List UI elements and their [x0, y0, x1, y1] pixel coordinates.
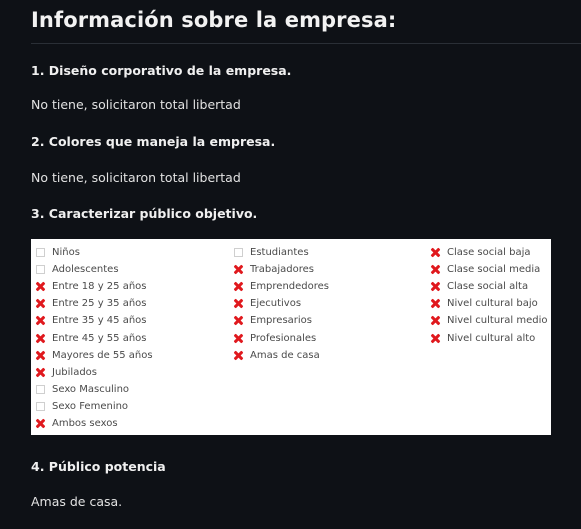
checklist-item-label: Mayores de 55 años [52, 349, 153, 361]
checklist-item-label: Jubilados [52, 366, 97, 378]
checklist-item: Ejecutivos [234, 295, 329, 312]
checklist-item: Entre 18 y 25 años [36, 278, 153, 295]
checked-x-icon [431, 282, 440, 291]
checked-x-icon [36, 282, 45, 291]
checklist-item-label: Sexo Masculino [52, 383, 130, 395]
checked-x-icon [36, 334, 45, 343]
checklist-item-label: Clase social media [447, 264, 541, 276]
checklist-item: Niños [36, 244, 153, 261]
checklist-item: Clase social media [431, 261, 548, 278]
unchecked-box-icon [36, 384, 45, 394]
checklist-item: Jubilados [36, 364, 153, 381]
checklist-item: Estudiantes [234, 244, 329, 261]
checklist-item-label: Emprendedores [250, 281, 330, 293]
section-heading-potential-audience: 4. Público potencia [31, 459, 166, 474]
checklist-item-label: Entre 45 y 55 años [52, 332, 147, 344]
checklist-column-3: Clase social baja Clase social media Clase… [431, 244, 548, 347]
checked-x-icon [36, 299, 45, 308]
checklist-item: Nivel cultural medio [431, 312, 548, 329]
checklist-item-label: Clase social alta [447, 281, 529, 293]
checklist-item: Ambos sexos [36, 415, 153, 432]
checked-x-icon [234, 299, 243, 308]
section-answer-corporate-design: No tiene, solicitaron total libertad [31, 97, 241, 112]
checked-x-icon [234, 334, 243, 343]
checked-x-icon [431, 334, 440, 343]
page-root: Información sobre la empresa: 1. Diseño … [0, 0, 581, 529]
checklist-item: Entre 35 y 45 años [36, 312, 153, 329]
checked-x-icon [431, 316, 440, 325]
checklist-item-label: Nivel cultural alto [447, 332, 536, 344]
checked-x-icon [431, 299, 440, 308]
checklist-item-label: Nivel cultural medio [447, 315, 548, 327]
section-heading-colors: 2. Colores que maneja la empresa. [31, 134, 276, 149]
checklist-item: Sexo Femenino [36, 398, 153, 415]
checklist-item: Trabajadores [234, 261, 329, 278]
checklist-item: Emprendedores [234, 278, 329, 295]
checklist-item-label: Ambos sexos [52, 417, 118, 429]
checklist-item: Amas de casa [234, 347, 329, 364]
title-divider [31, 43, 581, 44]
checklist-item-label: Empresarios [250, 315, 313, 327]
checklist-item-label: Sexo Femenino [52, 400, 129, 412]
checklist-item-label: Amas de casa [250, 349, 320, 361]
checked-x-icon [234, 282, 243, 291]
checked-x-icon [431, 265, 440, 274]
checklist-column-2: Estudiantes Trabajadores Emprendedores Ejec… [234, 244, 329, 364]
checklist-item-label: Entre 18 y 25 años [52, 281, 147, 293]
checked-x-icon [36, 351, 45, 360]
page-title: Información sobre la empresa: [31, 8, 397, 32]
checklist-item-label: Adolescentes [52, 264, 119, 276]
checked-x-icon [36, 368, 45, 377]
unchecked-box-icon [234, 248, 243, 258]
checklist-item-label: Entre 25 y 35 años [52, 298, 147, 310]
checked-x-icon [234, 316, 243, 325]
checked-x-icon [431, 248, 440, 257]
checklist-item-label: Nivel cultural bajo [447, 298, 538, 310]
unchecked-box-icon [36, 401, 45, 411]
checklist-item-label: Trabajadores [250, 264, 314, 276]
checklist-item: Nivel cultural bajo [431, 295, 548, 312]
checklist-item: Clase social baja [431, 244, 548, 261]
checklist-item-label: Entre 35 y 45 años [52, 315, 147, 327]
checked-x-icon [36, 316, 45, 325]
checklist-item: Mayores de 55 años [36, 347, 153, 364]
section-heading-corporate-design: 1. Diseño corporativo de la empresa. [31, 63, 292, 78]
checklist-item: Sexo Masculino [36, 381, 153, 398]
checked-x-icon [234, 351, 243, 360]
target-audience-checklist: Niños Adolescentes Entre 18 y 25 años Entre… [31, 239, 551, 435]
checked-x-icon [234, 265, 243, 274]
checklist-item-label: Profesionales [250, 332, 317, 344]
section-heading-target-audience: 3. Caracterizar público objetivo. [31, 206, 258, 221]
checklist-item: Adolescentes [36, 261, 153, 278]
checklist-item-label: Niños [52, 247, 80, 259]
unchecked-box-icon [36, 248, 45, 258]
checklist-column-1: Niños Adolescentes Entre 18 y 25 años Entre… [36, 244, 153, 432]
unchecked-box-icon [36, 265, 45, 275]
checklist-item-label: Estudiantes [250, 247, 309, 259]
checklist-item: Profesionales [234, 329, 329, 346]
checklist-item: Entre 25 y 35 años [36, 295, 153, 312]
checklist-item: Empresarios [234, 312, 329, 329]
checklist-item-label: Clase social baja [447, 247, 531, 259]
section-answer-potential-audience: Amas de casa. [31, 494, 123, 509]
checked-x-icon [36, 419, 45, 428]
checklist-item: Nivel cultural alto [431, 329, 548, 346]
checklist-item: Entre 45 y 55 años [36, 329, 153, 346]
checklist-item: Clase social alta [431, 278, 548, 295]
checklist-item-label: Ejecutivos [250, 298, 302, 310]
section-answer-colors: No tiene, solicitaron total libertad [31, 170, 241, 185]
